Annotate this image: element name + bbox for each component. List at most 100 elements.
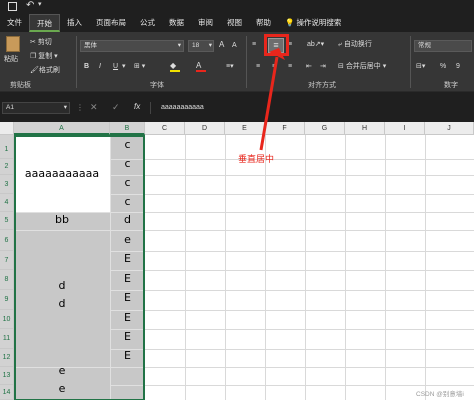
- tab-page-layout[interactable]: 页面布局: [89, 14, 133, 32]
- border-button[interactable]: ⊞ ▾: [134, 62, 145, 72]
- underline-button[interactable]: U: [113, 62, 118, 72]
- align-left-button[interactable]: ≡: [256, 62, 260, 72]
- column-header-b[interactable]: B: [110, 122, 145, 135]
- cell-a5[interactable]: bb: [14, 213, 110, 226]
- merge-label: 合并后居中: [345, 63, 381, 70]
- cell-b5[interactable]: d: [110, 213, 145, 226]
- cell-a-e1[interactable]: e: [14, 364, 110, 377]
- save-icon[interactable]: [8, 2, 17, 11]
- row-header-9[interactable]: 9: [0, 290, 14, 310]
- currency-button[interactable]: ⊟▾: [416, 62, 425, 72]
- cell-a-d1[interactable]: d: [14, 279, 110, 292]
- merge-center-button[interactable]: ⊟ 合并后居中 ▾: [338, 62, 386, 72]
- font-name-select[interactable]: 黑体 ▾: [80, 40, 184, 52]
- align-center-button[interactable]: ≡: [272, 62, 276, 72]
- cell-b12[interactable]: E: [110, 349, 145, 362]
- undo-icon[interactable]: ↶: [26, 0, 34, 11]
- row-header-11[interactable]: 11: [0, 329, 14, 349]
- phonetic-button[interactable]: ≡▾: [226, 62, 234, 72]
- column-header-h[interactable]: H: [345, 122, 385, 135]
- cancel-icon[interactable]: ✕: [90, 102, 98, 113]
- tab-home[interactable]: 开始: [29, 14, 60, 32]
- column-header-i[interactable]: I: [385, 122, 425, 135]
- row-header-13[interactable]: 13: [0, 367, 14, 385]
- cell-a1[interactable]: aaaaaaaaaaa: [14, 167, 110, 180]
- group-divider: [76, 36, 77, 88]
- worksheet-grid[interactable]: A B C D E F G H I J 1 2 3 4 5 6 7 8 9 10…: [0, 122, 474, 400]
- row-header-12[interactable]: 12: [0, 349, 14, 367]
- grid-line: [145, 212, 474, 213]
- decrease-indent-button[interactable]: ⇤: [306, 62, 312, 72]
- comma-button[interactable]: 9: [456, 62, 460, 72]
- name-box[interactable]: A1 ▾: [2, 102, 70, 114]
- fill-color-icon[interactable]: ◆: [170, 61, 182, 73]
- row-header-4[interactable]: 4: [0, 194, 14, 212]
- row-header-6[interactable]: 6: [0, 230, 14, 251]
- percent-button[interactable]: %: [440, 62, 446, 72]
- row-header-3[interactable]: 3: [0, 175, 14, 194]
- tab-review[interactable]: 审阅: [191, 14, 220, 32]
- paintbrush-icon: 🖌: [30, 67, 39, 74]
- row-header-10[interactable]: 10: [0, 310, 14, 329]
- cell-a-d2[interactable]: d: [14, 297, 110, 310]
- column-header-f[interactable]: F: [265, 122, 305, 135]
- row-header-2[interactable]: 2: [0, 159, 14, 175]
- tab-view[interactable]: 视图: [220, 14, 249, 32]
- font-size-select[interactable]: 18 ▾: [188, 40, 214, 52]
- row-header-8[interactable]: 8: [0, 270, 14, 290]
- column-header-g[interactable]: G: [305, 122, 345, 135]
- bold-button[interactable]: B: [84, 62, 89, 72]
- row-header-5[interactable]: 5: [0, 212, 14, 230]
- column-header-a[interactable]: A: [14, 122, 110, 135]
- increase-indent-button[interactable]: ⇥: [320, 62, 326, 72]
- cell-b11[interactable]: E: [110, 330, 145, 343]
- align-right-button[interactable]: ≡: [288, 62, 292, 72]
- scissors-icon: ✂: [30, 39, 38, 46]
- cell-b2[interactable]: c: [110, 157, 145, 170]
- tab-file[interactable]: 文件: [0, 14, 29, 32]
- cell-a-e2[interactable]: e: [14, 382, 110, 395]
- row-header-1[interactable]: 1: [0, 135, 14, 159]
- formula-input[interactable]: aaaaaaaaaaa: [150, 102, 472, 114]
- chevron-down-icon: ▾: [63, 104, 67, 111]
- row-header-7[interactable]: 7: [0, 251, 14, 270]
- orientation-button[interactable]: ab↗▾: [307, 40, 324, 50]
- cell-b7[interactable]: E: [110, 252, 145, 265]
- tab-insert[interactable]: 插入: [60, 14, 89, 32]
- column-header-j[interactable]: J: [425, 122, 474, 135]
- align-top-button[interactable]: ≡: [252, 40, 256, 50]
- column-header-d[interactable]: D: [185, 122, 225, 135]
- row-header-14[interactable]: 14: [0, 385, 14, 400]
- redo-dropdown-icon[interactable]: ▾: [38, 0, 42, 8]
- shrink-font-button[interactable]: A: [232, 41, 237, 51]
- column-header-c[interactable]: C: [145, 122, 185, 135]
- enter-icon[interactable]: ✓: [112, 102, 120, 113]
- insert-function-icon[interactable]: fx: [134, 102, 140, 111]
- cell-b4[interactable]: c: [110, 195, 145, 208]
- title-bar: ↶ ▾: [0, 0, 474, 14]
- cell-b6[interactable]: e: [110, 233, 145, 246]
- select-all-corner[interactable]: [0, 122, 14, 135]
- wrap-text-button[interactable]: ⤶ 自动换行: [338, 40, 372, 50]
- underline-dropdown[interactable]: ▾: [122, 62, 126, 72]
- wrap-text-label: 自动换行: [343, 41, 372, 48]
- tab-help[interactable]: 帮助: [249, 14, 278, 32]
- formula-bar: A1 ▾ ⋮ ✕ ✓ fx aaaaaaaaaaa: [0, 100, 474, 116]
- tell-me-search[interactable]: 💡 操作说明搜索: [278, 14, 348, 32]
- column-header-e[interactable]: E: [225, 122, 265, 135]
- cut-button[interactable]: ✂ 剪切: [30, 38, 52, 48]
- format-painter-button[interactable]: 🖌格式刷: [30, 66, 60, 76]
- grow-font-button[interactable]: A: [219, 40, 224, 50]
- tab-formulas[interactable]: 公式: [133, 14, 162, 32]
- italic-button[interactable]: I: [99, 62, 101, 72]
- font-color-icon[interactable]: A: [196, 61, 208, 73]
- copy-button[interactable]: ❐ 复制 ▾: [30, 52, 58, 62]
- tab-data[interactable]: 数据: [162, 14, 191, 32]
- paste-button[interactable]: 粘贴: [4, 36, 22, 66]
- cell-b1[interactable]: c: [110, 138, 145, 151]
- cell-b3[interactable]: c: [110, 176, 145, 189]
- cell-b10[interactable]: E: [110, 311, 145, 324]
- cell-b8[interactable]: E: [110, 272, 145, 285]
- cell-b9[interactable]: E: [110, 291, 145, 304]
- number-format-select[interactable]: 常规: [414, 40, 472, 52]
